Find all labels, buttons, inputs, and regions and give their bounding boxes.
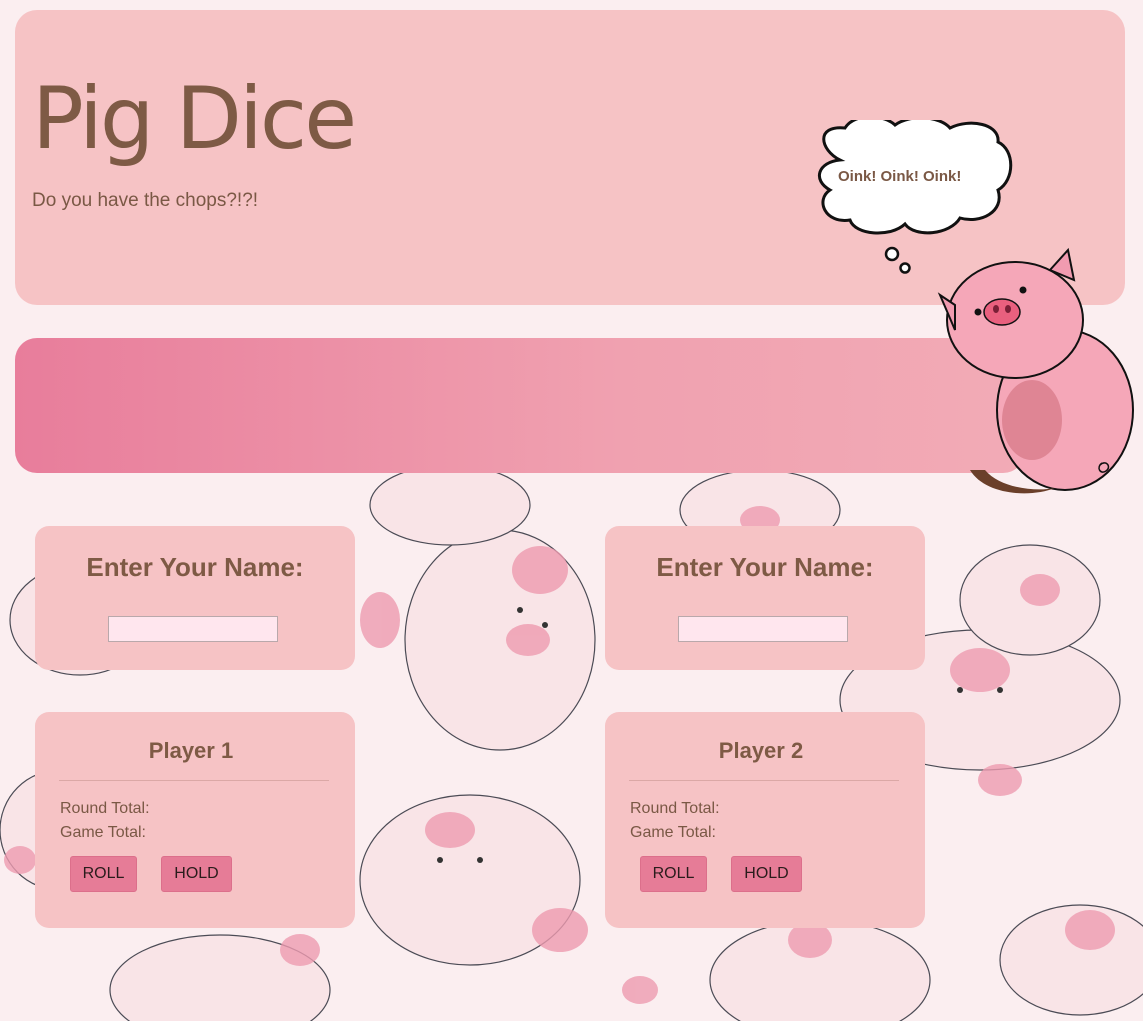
thought-bubble-icon	[817, 120, 1013, 274]
game-total-label: Game Total:	[630, 824, 716, 841]
player1-roll-button[interactable]: ROLL	[70, 856, 137, 892]
player2-heading: Player 2	[718, 738, 804, 763]
player1-round-total: Round Total:	[60, 800, 156, 818]
page-tagline: Do you have the chops?!?!	[32, 190, 259, 211]
round-total-label: Round Total:	[60, 800, 150, 817]
player2-divider	[629, 780, 899, 781]
player2-score-card: Player 2 Round Total: Game Total: ROLL H…	[605, 712, 925, 928]
player1-heading: Player 1	[148, 738, 234, 763]
game-total-label: Game Total:	[60, 824, 146, 841]
player1-name-card: Enter Your Name:	[35, 526, 355, 670]
page-title: Pig Dice	[32, 69, 357, 169]
player1-divider	[59, 780, 329, 781]
player2-name-prompt: Enter Your Name:	[656, 552, 874, 582]
player1-hold-button[interactable]: HOLD	[161, 856, 232, 892]
player1-name-input[interactable]	[108, 616, 278, 642]
player2-round-total: Round Total:	[630, 800, 726, 818]
player1-score-card: Player 1 Round Total: Game Total: ROLL H…	[35, 712, 355, 928]
round-total-label: Round Total:	[630, 800, 720, 817]
player2-hold-button[interactable]: HOLD	[731, 856, 802, 892]
player2-name-input[interactable]	[678, 616, 848, 642]
player2-roll-button[interactable]: ROLL	[640, 856, 707, 892]
player2-game-total: Game Total:	[630, 824, 722, 842]
player1-game-total: Game Total:	[60, 824, 152, 842]
pig-speech-text: Oink! Oink! Oink!	[838, 168, 962, 185]
player1-name-prompt: Enter Your Name:	[86, 552, 304, 582]
player2-name-card: Enter Your Name:	[605, 526, 925, 670]
